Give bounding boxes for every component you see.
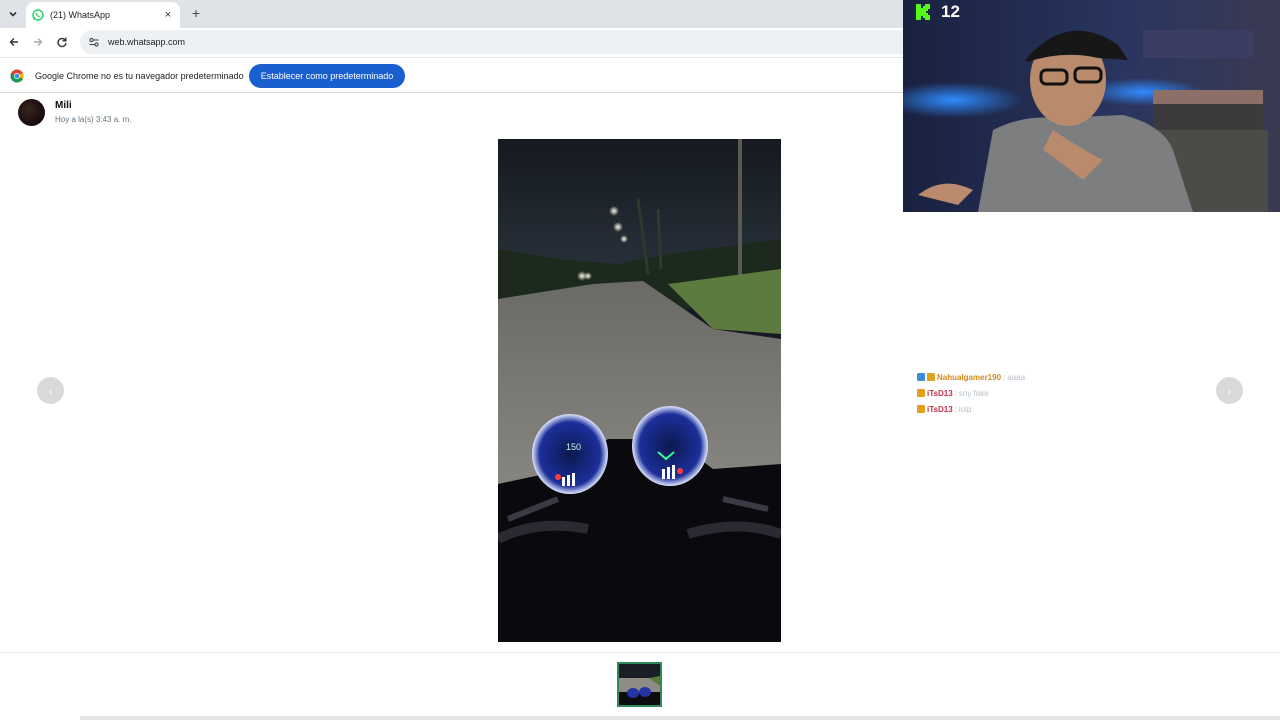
chrome-logo-icon (10, 69, 24, 83)
thumbnail-selected[interactable] (617, 662, 662, 707)
chat-text: lolp (958, 404, 972, 414)
chat-separator: : (954, 388, 957, 398)
infobar-message: Google Chrome no es tu navegador predete… (35, 71, 244, 81)
url-text: web.whatsapp.com (108, 37, 186, 47)
tab-title: (21) WhatsApp (50, 10, 111, 20)
webcam-overlay: 12 (903, 0, 1280, 212)
webcam-feed-image (903, 0, 1280, 212)
chat-separator: : (954, 404, 957, 414)
chat-badge-icon (917, 373, 925, 381)
next-media-button[interactable]: › (1216, 377, 1243, 404)
chat-badge-icon (927, 373, 935, 381)
chat-separator: : (1003, 372, 1006, 382)
reload-button[interactable] (54, 34, 70, 50)
chat-message: iTsD13 : soy fake (917, 385, 1117, 401)
page-scrollbar[interactable] (80, 716, 1280, 720)
kick-logo-icon (916, 4, 930, 20)
chevron-down-icon (9, 11, 17, 17)
set-default-button[interactable]: Establecer como predeterminado (249, 64, 405, 88)
chat-badge-icon (917, 389, 925, 397)
back-button[interactable] (6, 34, 22, 50)
stream-chat-overlay: Nahualgamer190 : aaaa iTsD13 : soy fake … (917, 369, 1117, 417)
chat-badge-icon (917, 405, 925, 413)
tab-close-button[interactable]: × (162, 9, 174, 21)
chat-message: iTsD13 : lolp (917, 401, 1117, 417)
chat-message: Nahualgamer190 : aaaa (917, 369, 1117, 385)
address-bar[interactable]: web.whatsapp.com (80, 30, 920, 54)
reload-icon (57, 37, 67, 48)
previous-media-button[interactable]: ‹ (37, 377, 64, 404)
viewer-count: 12 (941, 2, 960, 21)
speedometer-reading: 150 (566, 442, 581, 452)
viewer-count-badge: 12 (915, 2, 960, 22)
media-thumbnail-strip (0, 652, 1280, 720)
media-image: 150 (498, 139, 781, 642)
new-tab-button[interactable]: + (188, 5, 204, 21)
arrow-left-icon (9, 38, 18, 46)
avatar[interactable] (18, 99, 45, 126)
chat-text: aaaa (1007, 372, 1026, 382)
forward-button[interactable] (30, 34, 46, 50)
tab-search-button[interactable] (4, 5, 22, 23)
chat-username: iTsD13 (927, 388, 953, 398)
chat-username: Nahualgamer190 (937, 372, 1002, 382)
site-settings-icon[interactable] (88, 36, 100, 48)
chat-text: soy fake (958, 388, 989, 398)
motorcycle-night-photo: 150 (498, 139, 781, 642)
tab-whatsapp[interactable]: (21) WhatsApp × (26, 2, 180, 28)
whatsapp-icon (32, 9, 44, 21)
thumbnail-image (619, 664, 660, 705)
chat-username: iTsD13 (927, 404, 953, 414)
sender-name: Mili (55, 100, 72, 111)
arrow-right-icon (34, 38, 43, 46)
message-timestamp: Hoy a la(s) 3:43 a. m. (55, 115, 132, 124)
